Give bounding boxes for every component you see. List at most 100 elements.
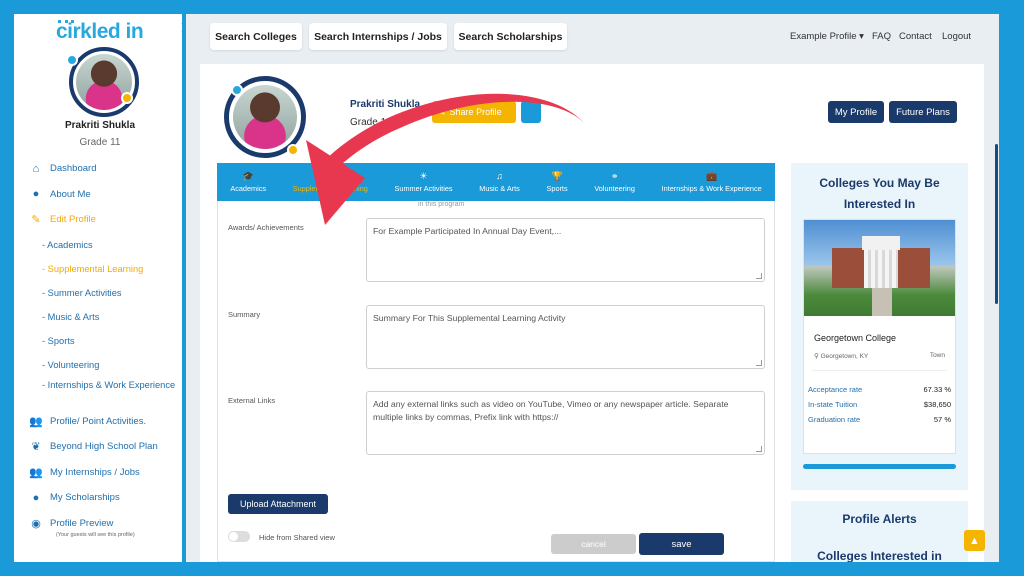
profile-alerts-title: Profile Alerts	[842, 512, 917, 526]
trophy-icon: 🏆	[551, 171, 563, 181]
contact-link[interactable]: Contact	[899, 31, 932, 42]
tab-summer-activities[interactable]: ☀ Summer Activities	[381, 163, 466, 201]
faded-text: in this program	[418, 201, 465, 208]
cancel-button[interactable]: cancel	[551, 534, 636, 554]
college-card[interactable]: Georgetown College ⚲ Georgetown, KY Town…	[803, 219, 956, 454]
sidebar-subitem-volunteering[interactable]: - Volunteering	[28, 353, 182, 377]
users-icon: 👥	[29, 415, 43, 428]
chevron-up-icon: ▲	[969, 534, 980, 547]
sidebar-subitem-sports[interactable]: - Sports	[28, 329, 182, 353]
handshake-icon: ⚭	[610, 171, 619, 181]
sidebar-subitem-music-arts[interactable]: - Music & Arts	[28, 305, 182, 329]
avatar-badge-blue	[66, 54, 78, 66]
sidebar-item-label: Profile/ Point Activities.	[50, 415, 147, 427]
graduation-cap-icon: 🎓	[242, 171, 254, 181]
hide-shared-toggle[interactable]	[228, 531, 250, 542]
sidebar: cirkled in Prakriti Shukla Grade 11 ❯ ⌂ …	[14, 14, 186, 562]
profile-grade: Grade 11	[350, 117, 391, 128]
carousel-bar[interactable]	[803, 464, 956, 469]
profile-photo	[233, 85, 297, 149]
sidebar-subitem-supplemental-learning[interactable]: - Supplemental Learning	[28, 257, 182, 281]
awards-textarea[interactable]: For Example Participated In Annual Day E…	[366, 218, 765, 282]
colleges-interested-title: Colleges Interested in	[817, 549, 942, 562]
scrollbar[interactable]	[995, 144, 998, 304]
eye-icon: ◉	[31, 517, 41, 530]
profile-badge-blue	[231, 84, 243, 96]
copy-link-button[interactable]	[521, 101, 541, 123]
app-frame: cirkled in Prakriti Shukla Grade 11 ❯ ⌂ …	[14, 14, 999, 562]
leaf-icon: ❦	[31, 441, 41, 454]
profile-name: Prakriti Shukla	[350, 99, 421, 110]
tab-internships[interactable]: 💼 Internships & Work Experience	[648, 163, 775, 201]
divider	[812, 370, 947, 371]
sidebar-item-beyond-high-school[interactable]: ❦ Beyond High School Plan	[28, 434, 182, 460]
profile-alerts-panel: Profile Alerts Colleges Interested in	[791, 501, 968, 562]
sidebar-item-label: Edit Profile	[50, 214, 96, 226]
stat-value: 57 %	[933, 415, 951, 424]
logo[interactable]: cirkled in	[56, 20, 144, 44]
sidebar-item-dashboard[interactable]: ⌂ Dashboard	[28, 156, 182, 182]
colleges-panel: Colleges You May Be Interested In George…	[791, 163, 968, 490]
college-photo	[804, 220, 955, 316]
external-links-label: External Links	[228, 396, 276, 405]
stat-label: In-state Tuition	[808, 400, 858, 409]
search-colleges-button[interactable]: Search Colleges	[210, 23, 302, 50]
stat-value: $38,650	[923, 400, 951, 409]
college-columns	[864, 250, 898, 288]
activity-form: in this program Awards/ Achievements For…	[217, 201, 775, 562]
my-profile-button[interactable]: My Profile	[828, 101, 884, 123]
stat-value: 67.33 %	[923, 385, 951, 394]
college-location-text: Georgetown, KY	[820, 353, 869, 360]
sidebar-item-about-me[interactable]: ● About Me	[28, 182, 182, 208]
sidebar-item-scholarships[interactable]: ● My Scholarships	[28, 485, 182, 511]
avatar-badge-yellow	[121, 92, 133, 104]
sidebar-item-label: Beyond High School Plan	[50, 441, 158, 453]
faq-link[interactable]: FAQ	[872, 31, 891, 42]
college-name[interactable]: Georgetown College	[814, 333, 896, 343]
hide-shared-label: Hide from Shared view	[259, 533, 335, 542]
search-scholarships-button[interactable]: Search Scholarships	[454, 23, 567, 50]
search-internships-button[interactable]: Search Internships / Jobs	[309, 23, 447, 50]
share-icon: ⋖	[438, 106, 446, 117]
tab-label: Volunteering	[594, 184, 635, 193]
tab-volunteering[interactable]: ⚭ Volunteering	[581, 163, 648, 201]
sidebar-item-internships-jobs[interactable]: 👥 My Internships / Jobs	[28, 460, 182, 486]
logout-link[interactable]: Logout	[942, 31, 971, 42]
tab-label: Supplemental Learning	[292, 184, 368, 193]
tab-supplemental-learning[interactable]: 📖 Supplemental Learning	[279, 163, 381, 201]
upload-attachment-button[interactable]: Upload Attachment	[228, 494, 328, 514]
sidebar-item-label: My Scholarships	[50, 492, 120, 504]
music-icon: ♫	[496, 171, 503, 181]
future-plans-button[interactable]: Future Plans	[889, 101, 957, 123]
sidebar-item-edit-profile[interactable]: ✎ Edit Profile	[28, 207, 182, 233]
external-links-textarea[interactable]: Add any external links such as video on …	[366, 391, 765, 455]
tab-academics[interactable]: 🎓 Academics	[217, 163, 279, 201]
tab-label: Music & Arts	[479, 184, 520, 193]
stat-label: Acceptance rate	[808, 385, 863, 394]
sidebar-item-label: My Internships / Jobs	[50, 466, 140, 478]
tab-music-arts[interactable]: ♫ Music & Arts	[466, 163, 533, 201]
stat-label: Graduation rate	[808, 415, 861, 424]
tab-label: Summer Activities	[394, 184, 453, 193]
tab-sports[interactable]: 🏆 Sports	[533, 163, 581, 201]
sidebar-avatar	[69, 47, 139, 117]
example-profile-dropdown[interactable]: Example Profile ▾	[790, 31, 864, 42]
sidebar-item-point-activities[interactable]: 👥 Profile/ Point Activities.	[28, 409, 182, 435]
sun-icon: ☀	[419, 171, 428, 181]
preview-note: (Your guests will see this profile)	[56, 532, 135, 538]
college-type: Town	[929, 352, 945, 359]
sidebar-subitem-academics[interactable]: - Academics	[28, 233, 182, 257]
sidebar-subitem-summer-activities[interactable]: - Summer Activities	[28, 281, 182, 305]
summary-textarea[interactable]: Summary For This Supplemental Learning A…	[366, 305, 765, 369]
briefcase-icon: 💼	[706, 171, 718, 181]
user-icon: ●	[32, 491, 40, 504]
sidebar-subitem-internships[interactable]: - Internships & Work Experience	[28, 377, 182, 409]
collapse-icon[interactable]: ❯	[180, 22, 182, 33]
share-profile-button[interactable]: ⋖ Share Profile	[432, 101, 516, 123]
scroll-to-top-button[interactable]: ▲	[964, 530, 985, 551]
save-button[interactable]: save	[639, 533, 724, 555]
tab-label: Academics	[230, 184, 267, 193]
edit-icon: ✎	[31, 214, 41, 227]
sidebar-item-label: Profile Preview	[50, 517, 114, 529]
activity-tabs: 🎓 Academics 📖 Supplemental Learning ☀ Su…	[217, 163, 775, 201]
